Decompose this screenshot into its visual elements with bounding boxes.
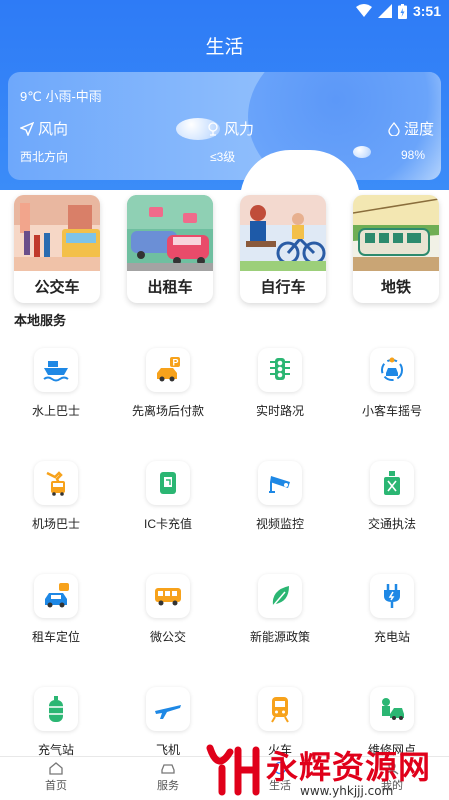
bus-illustration [14, 195, 100, 271]
service-label: 水上巴士 [31, 404, 80, 418]
service-traffic-enforcement[interactable]: 交通执法 [336, 461, 448, 551]
service-ic-card-topup[interactable]: IC卡充值 [112, 461, 224, 551]
service-label: 充电站 [373, 630, 410, 644]
airplane-icon [146, 687, 190, 731]
airport-bus-icon [34, 461, 78, 505]
traffic-light-icon [258, 348, 302, 392]
service-new-energy-policy[interactable]: 新能源政策 [224, 574, 336, 664]
service-pay-later-parking[interactable]: P 先离场后付款 [112, 348, 224, 438]
minibus-icon [146, 574, 190, 618]
status-time: 3:51 [412, 3, 441, 19]
service-airport-bus[interactable]: 机场巴士 [0, 461, 112, 551]
weather-summary: 9℃ 小雨-中雨 [20, 89, 102, 104]
mode-card-metro[interactable]: 地铁 [353, 195, 439, 303]
battery-icon [397, 3, 407, 19]
watermark: 永辉资源网 www.yhkjjj.com [200, 740, 449, 800]
status-bar: 3:51 [0, 0, 449, 24]
service-water-bus[interactable]: 水上巴士 [0, 348, 112, 438]
mode-label-bicycle: 自行车 [260, 279, 306, 296]
humidity-label: 湿度 [388, 118, 434, 139]
service-rental-locate[interactable]: 租车定位 [0, 574, 112, 664]
taxi-illustration [127, 195, 213, 271]
service-label: 交通执法 [367, 517, 416, 531]
service-icon [161, 764, 175, 774]
navigation-arrow-icon [20, 121, 34, 136]
service-realtime-traffic[interactable]: 实时路况 [224, 348, 336, 438]
ic-card-icon [146, 461, 190, 505]
service-car-lottery[interactable]: 小客车摇号 [336, 348, 448, 438]
service-label: 实时路况 [255, 404, 304, 418]
nav-item-home[interactable]: 首页 [0, 761, 112, 793]
wind-power-label-text: 风力 [224, 121, 255, 138]
service-label: 先离场后付款 [131, 404, 204, 418]
mode-card-bus[interactable]: 公交车 [14, 195, 100, 303]
repair-icon [370, 687, 414, 731]
mode-label-bus: 公交车 [34, 279, 80, 296]
service-label: 视频监控 [255, 517, 304, 531]
leaf-icon [258, 574, 302, 618]
metro-illustration [353, 195, 439, 271]
wind-direction-label: 风向 [20, 118, 68, 139]
mode-label-taxi: 出租车 [147, 279, 193, 296]
service-label: 机场巴士 [31, 517, 80, 531]
humidity-value: 98% [401, 148, 426, 162]
bicycle-illustration [240, 195, 326, 271]
parking-car-icon: P [146, 348, 190, 392]
ship-icon [34, 348, 78, 392]
service-label: 微公交 [149, 630, 186, 644]
home-icon [49, 762, 63, 775]
windmill-icon [208, 121, 218, 136]
service-label: 小客车摇号 [361, 404, 422, 418]
service-label: 租车定位 [31, 630, 80, 644]
wind-direction-value: 西北方向 [20, 150, 69, 164]
mode-label-metro: 地铁 [380, 279, 411, 296]
watermark-logo [206, 744, 260, 796]
wind-direction-label-text: 风向 [38, 121, 69, 138]
droplet-icon [388, 121, 400, 136]
watermark-text: 永辉资源网 [266, 749, 432, 785]
wind-power-value: ≤3级 [210, 150, 236, 164]
nav-label-service: 服务 [157, 780, 179, 792]
service-charging-station[interactable]: 充电站 [336, 574, 448, 664]
page-title: 生活 [205, 37, 244, 58]
mode-card-taxi[interactable]: 出租车 [127, 195, 213, 303]
svg-text:P: P [173, 358, 179, 368]
local-services-title: 本地服务 [14, 313, 67, 328]
wind-power-label: 风力 [206, 118, 254, 139]
nav-label-home: 首页 [45, 780, 67, 792]
rental-car-icon [34, 574, 78, 618]
transport-mode-cards: 公交车 出租车 自行车 地铁 [0, 195, 449, 305]
weather-drop-decoration-small [353, 146, 371, 158]
car-lottery-icon [370, 348, 414, 392]
charging-plug-icon [370, 574, 414, 618]
weather-card[interactable]: 9℃ 小雨-中雨 风向 西北方向 风力 ≤3级 湿度 98% [8, 72, 441, 180]
service-label: IC卡充值 [143, 517, 192, 531]
service-label: 新能源政策 [249, 630, 310, 644]
service-mini-bus[interactable]: 微公交 [112, 574, 224, 664]
train-icon [258, 687, 302, 731]
camera-icon [258, 461, 302, 505]
mode-card-bicycle[interactable]: 自行车 [240, 195, 326, 303]
signal-icon [377, 4, 392, 18]
humidity-label-text: 湿度 [404, 121, 435, 138]
gas-tank-icon [34, 687, 78, 731]
status-icons: 3:51 [355, 3, 441, 19]
service-video-monitor[interactable]: 视频监控 [224, 461, 336, 551]
enforcement-icon [370, 461, 414, 505]
wifi-icon [355, 4, 372, 17]
watermark-url: www.yhkjjj.com [300, 784, 394, 798]
